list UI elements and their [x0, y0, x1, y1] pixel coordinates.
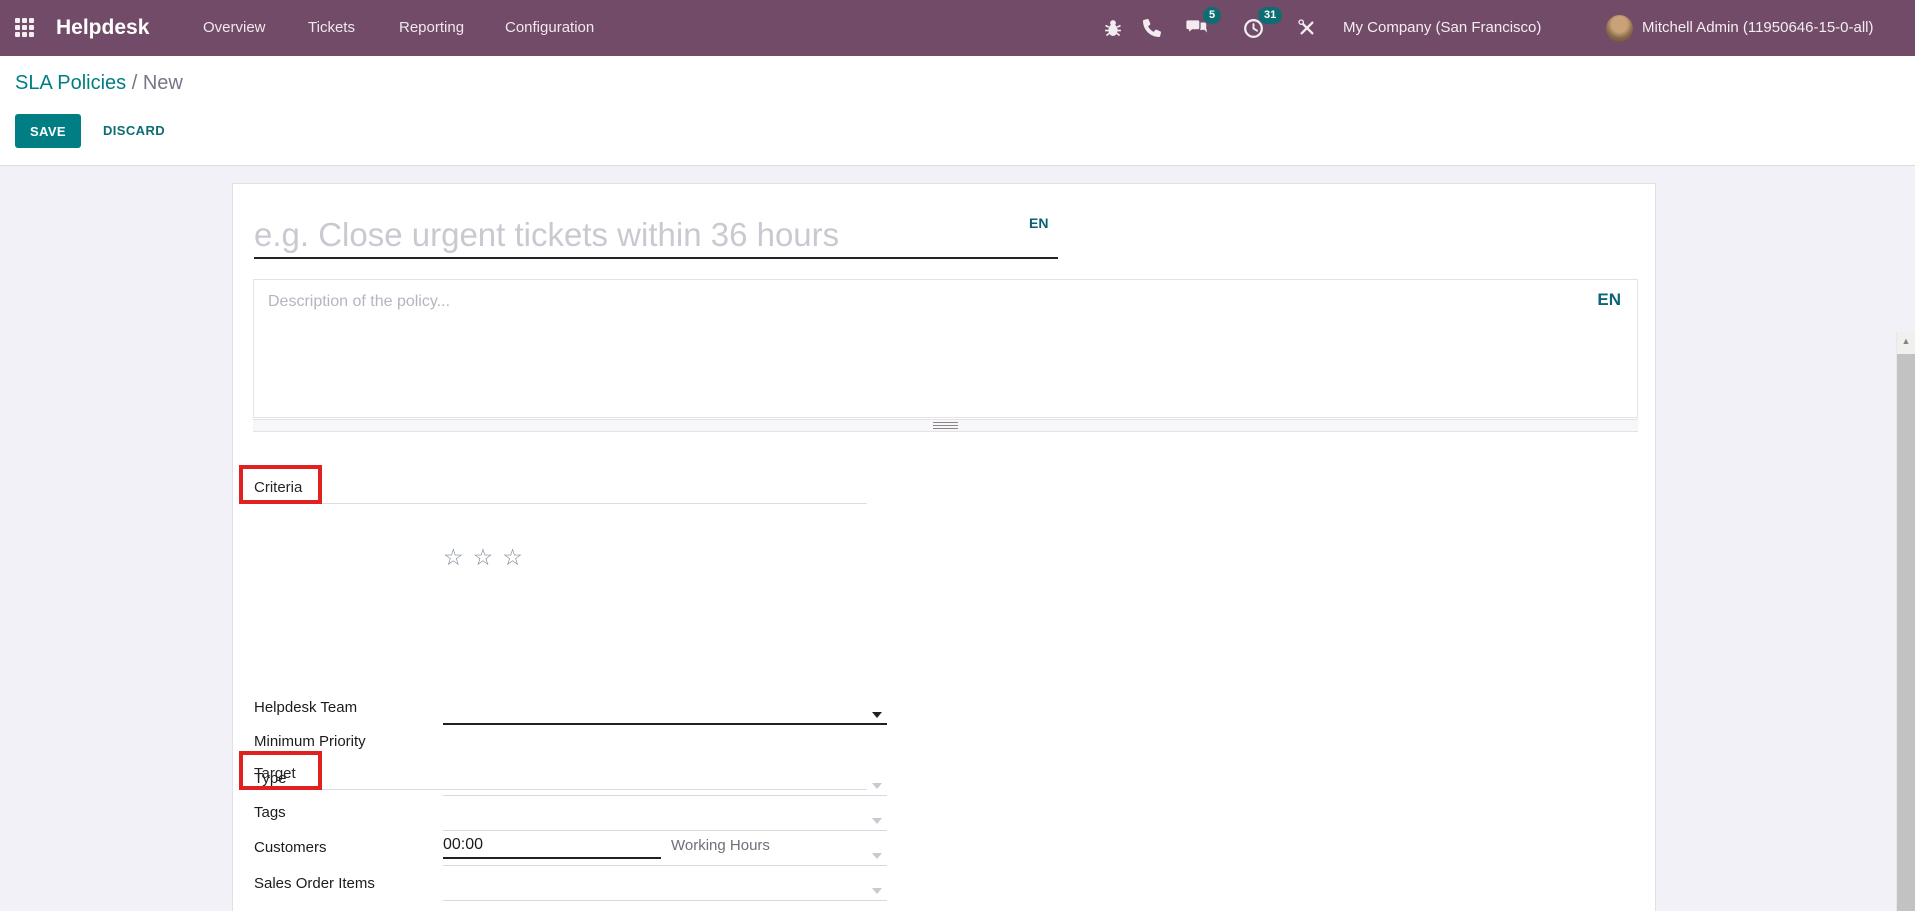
- menu-tickets[interactable]: Tickets: [308, 0, 355, 56]
- sales-order-items-label: Sales Order Items: [254, 873, 444, 895]
- customers-label: Customers: [254, 837, 444, 859]
- top-navbar: Helpdesk Overview Tickets Reporting Conf…: [0, 0, 1915, 56]
- tags-field[interactable]: [443, 805, 887, 829]
- menu-configuration[interactable]: Configuration: [505, 0, 594, 56]
- scrollbar-thumb[interactable]: [1897, 354, 1915, 911]
- bug-icon[interactable]: [1103, 0, 1123, 56]
- sales-order-items-underline: [443, 900, 887, 901]
- star-icon[interactable]: ☆: [473, 544, 503, 570]
- user-menu[interactable]: Mitchell Admin (11950646-15-0-all): [1642, 0, 1874, 56]
- vertical-scrollbar[interactable]: ▲: [1896, 332, 1915, 911]
- screen: Helpdesk Overview Tickets Reporting Conf…: [0, 0, 1915, 911]
- title-translate-button[interactable]: EN: [1029, 215, 1048, 231]
- chevron-down-icon[interactable]: [872, 888, 882, 894]
- target-section-label: Target: [254, 765, 296, 782]
- chevron-down-icon[interactable]: [872, 712, 882, 718]
- tags-label: Tags: [254, 802, 444, 824]
- tools-icon[interactable]: [1297, 0, 1317, 56]
- menu-overview[interactable]: Overview: [203, 0, 266, 56]
- criteria-section-label: Criteria: [254, 479, 302, 496]
- menu-reporting[interactable]: Reporting: [399, 0, 464, 56]
- in-time-input[interactable]: [443, 833, 661, 859]
- description-resize-handle[interactable]: [253, 419, 1638, 432]
- save-button[interactable]: SAVE: [15, 114, 81, 148]
- working-hours-suffix: Working Hours: [671, 832, 770, 860]
- helpdesk-team-field[interactable]: [443, 700, 887, 724]
- minimum-priority-label: Minimum Priority: [254, 731, 444, 753]
- criteria-section-header: Criteria: [239, 471, 867, 504]
- content-area: EN EN Criteria Helpdesk Team Minimum Pri…: [0, 166, 1915, 911]
- star-icon[interactable]: ☆: [502, 544, 532, 570]
- helpdesk-team-underline: [443, 723, 887, 725]
- star-icon[interactable]: ☆: [443, 544, 473, 570]
- breadcrumb-new: New: [143, 72, 183, 94]
- chevron-down-icon[interactable]: [872, 853, 882, 859]
- chevron-down-icon[interactable]: [872, 818, 882, 824]
- tags-underline: [443, 830, 887, 831]
- discard-button[interactable]: DISCARD: [95, 114, 173, 148]
- activity-count-badge: 31: [1258, 7, 1282, 24]
- helpdesk-team-label: Helpdesk Team: [254, 697, 444, 719]
- drag-handle-icon: [933, 422, 958, 429]
- description-box: EN: [253, 279, 1638, 418]
- policy-name-input[interactable]: [254, 213, 1058, 259]
- phone-icon[interactable]: [1143, 0, 1161, 56]
- app-name[interactable]: Helpdesk: [56, 0, 149, 56]
- breadcrumb-sla-policies[interactable]: SLA Policies: [15, 72, 126, 94]
- sales-order-items-field[interactable]: [443, 876, 887, 900]
- chevron-down-icon[interactable]: [872, 783, 882, 789]
- description-input[interactable]: [254, 280, 1637, 417]
- target-section-header: Target: [239, 757, 867, 790]
- description-translate-button[interactable]: EN: [1597, 290, 1621, 310]
- customers-underline: [443, 865, 887, 866]
- control-panel: SLA Policies / New SAVE DISCARD: [0, 56, 1915, 166]
- breadcrumb: SLA Policies / New: [15, 72, 183, 95]
- apps-grid-icon[interactable]: [15, 18, 35, 38]
- priority-stars[interactable]: ☆☆☆: [443, 546, 532, 569]
- sla-policy-form: EN EN Criteria Helpdesk Team Minimum Pri…: [232, 183, 1656, 911]
- breadcrumb-separator: /: [132, 72, 138, 94]
- message-count-badge: 5: [1203, 7, 1221, 24]
- type-underline: [443, 795, 887, 796]
- avatar[interactable]: [1606, 15, 1633, 42]
- company-switcher[interactable]: My Company (San Francisco): [1343, 0, 1541, 56]
- scrollbar-up-icon[interactable]: ▲: [1897, 336, 1915, 346]
